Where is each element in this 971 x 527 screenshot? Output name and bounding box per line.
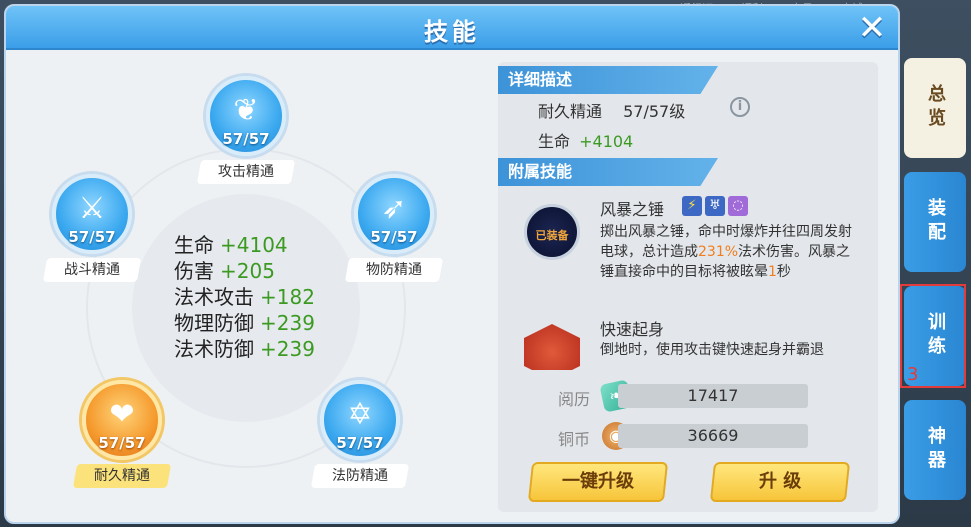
skill-node-attack[interactable]: ❦ 57/57 攻击精通 (196, 76, 296, 184)
skill-level: 57/57 (98, 434, 146, 452)
skill-level: 57/57 (370, 228, 418, 246)
stat-value: +205 (220, 259, 275, 283)
rune-icon: ♅ (705, 196, 725, 216)
combat-mastery-icon: ⚔ (78, 191, 106, 226)
detail-bonus-value: +4104 (579, 132, 634, 151)
skill-label-text: 物防精通 (366, 262, 422, 278)
skill-level: 57/57 (68, 228, 116, 246)
stat-row: 法术防御 +239 (174, 336, 354, 362)
skill-label-text: 战斗精通 (64, 262, 120, 278)
magic-defense-icon: ✡ (347, 397, 373, 432)
tab-assembly[interactable]: 装配 (904, 172, 966, 272)
durability-mastery-icon: ❤ (109, 397, 135, 432)
sub-skill-tags: ⚡ ♅ ◌ (682, 196, 748, 216)
list-item[interactable]: 快速起身 倒地时，使用攻击键快速起身并霸退 (504, 312, 872, 370)
stat-row: 物理防御 +239 (174, 310, 354, 336)
detail-skill-name: 耐久精通 (538, 102, 603, 121)
desc-text: 秒 (776, 264, 791, 280)
close-button[interactable]: ✕ (854, 10, 890, 46)
detail-bonus-label: 生命 (538, 132, 571, 151)
resource-value: 17417 (618, 384, 808, 408)
stat-row: 伤害 +205 (174, 258, 354, 284)
stat-label: 法术攻击 (174, 285, 254, 309)
desc-highlight: 231% (698, 244, 739, 260)
stat-label: 物理防御 (174, 311, 254, 335)
skill-orb[interactable]: ❤ 57/57 (82, 380, 162, 460)
desc-highlight: 1 (768, 264, 777, 280)
resource-experience: 阅历 ❧ 17417 (558, 379, 818, 413)
skill-label: 法防精通 (310, 464, 410, 488)
detail-bonus-row: 生命 +4104 (538, 128, 633, 152)
stat-value: +182 (260, 285, 315, 309)
attack-mastery-icon: ❦ (233, 93, 259, 128)
detail-skill-level: 57/57级 (623, 102, 686, 121)
skill-label-text: 攻击精通 (218, 164, 274, 180)
skill-label: 物防精通 (344, 258, 444, 282)
swirl-icon: ◌ (728, 196, 748, 216)
resource-copper: 铜币 ◉ 36669 (558, 422, 818, 450)
equipped-badge: 已装备 (535, 229, 569, 242)
quick-rise-icon (524, 324, 580, 370)
title-bar: 技能 ✕ (6, 6, 898, 50)
physical-defense-icon: ➶ (381, 191, 407, 226)
lightning-icon: ⚡ (682, 196, 702, 216)
sub-skill-name: 快速起身 (600, 320, 665, 339)
skill-level: 57/57 (222, 130, 270, 148)
button-label: 升 级 (758, 471, 802, 492)
skill-orb[interactable]: ✡ 57/57 (320, 380, 400, 460)
upgrade-button[interactable]: 升 级 (709, 462, 851, 502)
stat-row: 生命 +4104 (174, 232, 354, 258)
stat-value: +239 (260, 311, 315, 335)
tab-badge: 3 (907, 364, 919, 385)
skills-window: 技能 ✕ ❦ 57/57 攻击精通 ⚔ 57/57 战斗精通 ➶ 57/57 物 (4, 4, 900, 524)
skill-label: 攻击精通 (196, 160, 296, 184)
sub-skill-desc: 倒地时，使用攻击键快速起身并霸退 (600, 342, 824, 358)
detail-panel: 详细描述 耐久精通 57/57级 i 生命 +4104 附属技能 已装备 风暴之… (498, 62, 878, 512)
skill-orb[interactable]: ➶ 57/57 (354, 174, 434, 254)
skill-label-text: 耐久精通 (94, 468, 150, 484)
info-icon[interactable]: i (730, 97, 750, 117)
detail-header: 详细描述 (498, 66, 718, 94)
skill-orb[interactable]: ⚔ 57/57 (52, 174, 132, 254)
skill-orb[interactable]: ❦ 57/57 (206, 76, 286, 156)
detail-skill-row: 耐久精通 57/57级 (538, 98, 685, 122)
resource-label: 铜币 (558, 430, 591, 449)
storm-hammer-icon: 已装备 (524, 204, 580, 260)
skill-node-durability[interactable]: ❤ 57/57 耐久精通 (72, 380, 172, 488)
sub-skill-desc: 掷出风暴之锤，命中时爆炸并往四周发射电球，总计造成231%法术伤害。风暴之锤直接… (600, 222, 862, 282)
window-title: 技能 (424, 18, 480, 46)
skill-node-combat[interactable]: ⚔ 57/57 战斗精通 (42, 174, 142, 282)
stat-label: 伤害 (174, 259, 214, 283)
skill-node-magic-defense[interactable]: ✡ 57/57 法防精通 (310, 380, 410, 488)
skill-node-physical-defense[interactable]: ➶ 57/57 物防精通 (344, 174, 444, 282)
stat-label: 生命 (174, 233, 214, 257)
stat-value: +4104 (220, 233, 288, 257)
sub-skill-name: 风暴之锤 (600, 200, 665, 219)
one-key-upgrade-button[interactable]: 一键升级 (527, 462, 669, 502)
skill-level: 57/57 (336, 434, 384, 452)
attached-skills-list[interactable]: 已装备 风暴之锤 ⚡ ♅ ◌ 掷出风暴之锤，命中时爆炸并往四周发射电球，总计造成… (504, 192, 872, 370)
attached-skills-header: 附属技能 (498, 158, 718, 186)
skill-label-selected: 耐久精通 (72, 464, 172, 488)
skill-wheel-panel: ❦ 57/57 攻击精通 ⚔ 57/57 战斗精通 ➶ 57/57 物防精通 ❤… (6, 52, 492, 522)
stat-value: +239 (260, 337, 315, 361)
resource-value: 36669 (618, 424, 808, 448)
stat-row: 法术攻击 +182 (174, 284, 354, 310)
skill-label-text: 法防精通 (332, 468, 388, 484)
tab-artifact[interactable]: 神器 (904, 400, 966, 500)
stat-label: 法术防御 (174, 337, 254, 361)
skill-label: 战斗精通 (42, 258, 142, 282)
tab-overview[interactable]: 总览 (904, 58, 966, 158)
resource-label: 阅历 (558, 390, 591, 409)
total-stats: 生命 +4104 伤害 +205 法术攻击 +182 物理防御 +239 法术防御 +23… (174, 232, 354, 362)
list-item[interactable]: 已装备 风暴之锤 ⚡ ♅ ◌ 掷出风暴之锤，命中时爆炸并往四周发射电球，总计造成… (504, 192, 872, 312)
button-label: 一键升级 (562, 471, 634, 492)
